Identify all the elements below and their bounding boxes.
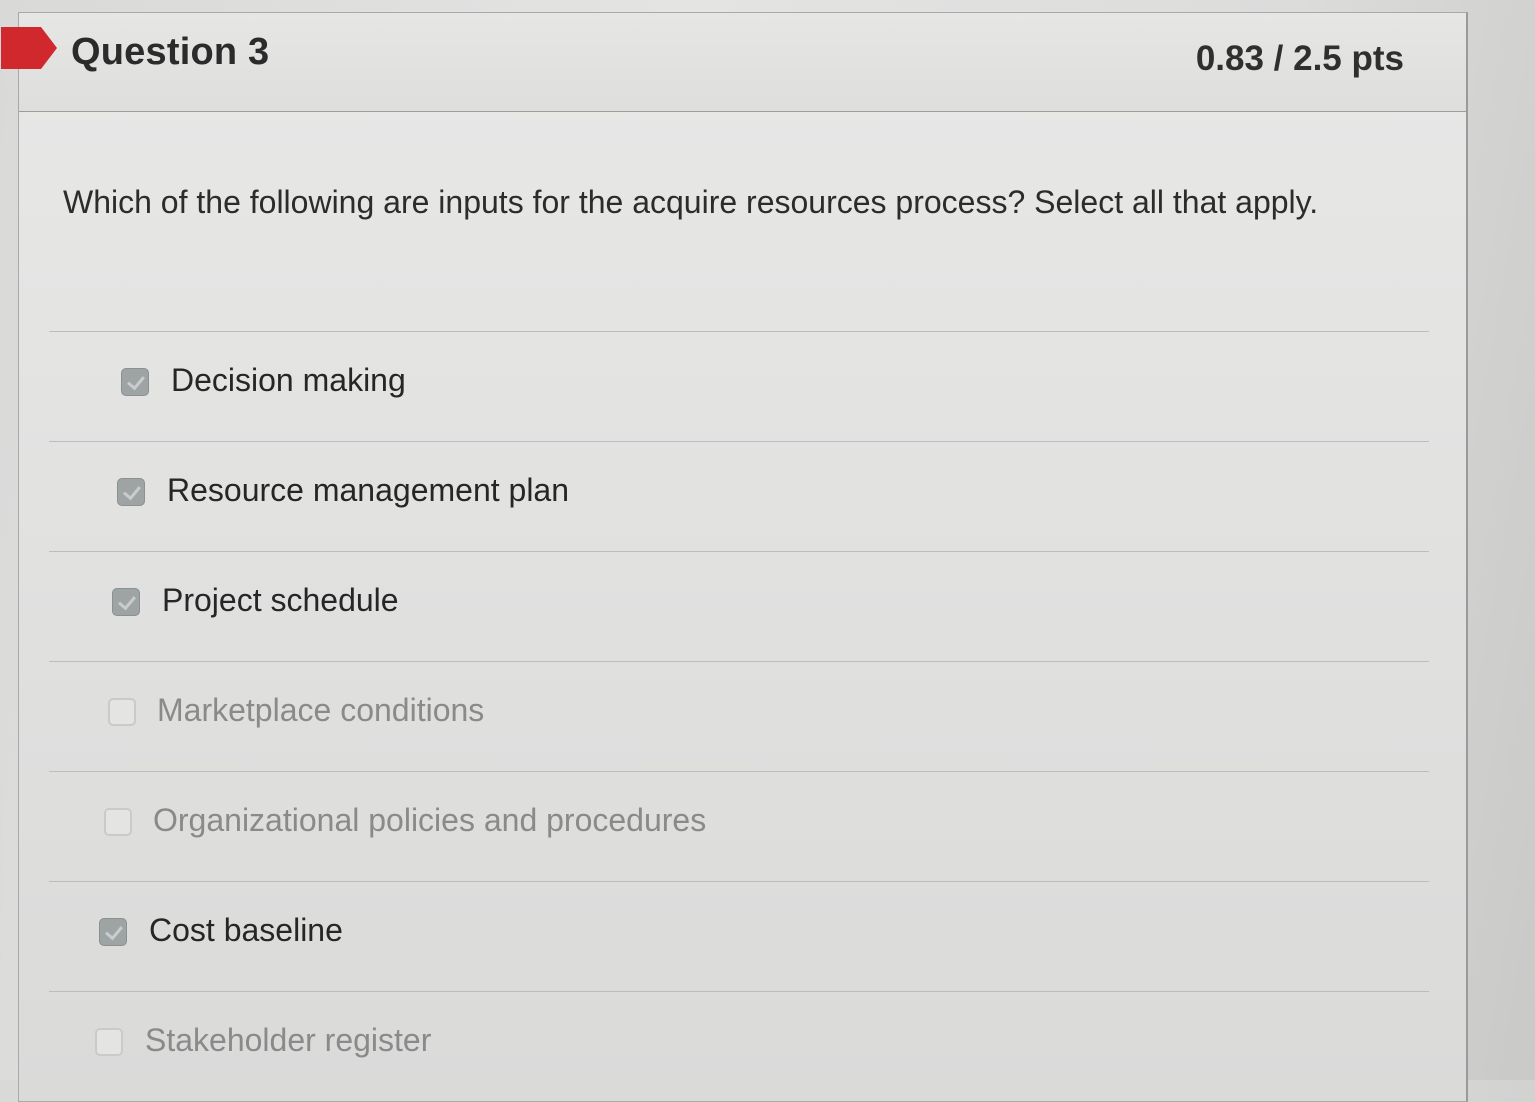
question-card: Question 3 0.83 / 2.5 pts Which of the f… [1, 12, 1468, 1102]
question-points: 0.83 / 2.5 pts [1195, 39, 1404, 78]
checkbox-checked-icon[interactable] [121, 368, 149, 396]
answer-label: Organizational policies and procedures [153, 802, 707, 838]
question-title: Question 3 [71, 31, 270, 73]
checkbox-unchecked-icon[interactable] [104, 808, 132, 836]
answer-label: Project schedule [162, 582, 399, 618]
answer-option[interactable]: Organizational policies and procedures [49, 771, 1429, 881]
answer-option[interactable]: Project schedule [49, 551, 1429, 661]
answer-label: Decision making [171, 362, 406, 398]
answer-list: Decision making Resource management plan… [49, 331, 1429, 1101]
answer-option[interactable]: Decision making [49, 331, 1429, 441]
answer-option[interactable]: Resource management plan [49, 441, 1429, 551]
answer-label: Stakeholder register [145, 1022, 432, 1058]
answer-label: Resource management plan [167, 472, 570, 508]
checkbox-unchecked-icon[interactable] [108, 698, 136, 726]
checkbox-checked-icon[interactable] [117, 478, 145, 506]
flag-icon[interactable] [1, 19, 59, 77]
checkbox-checked-icon[interactable] [99, 918, 127, 946]
checkbox-checked-icon[interactable] [112, 588, 140, 616]
answer-option[interactable]: Marketplace conditions [49, 661, 1429, 771]
answer-option[interactable]: Cost baseline [49, 881, 1429, 991]
checkbox-unchecked-icon[interactable] [95, 1028, 123, 1056]
question-prompt: Which of the following are inputs for th… [63, 184, 1319, 220]
question-header: Question 3 0.83 / 2.5 pts [1, 13, 1466, 112]
answer-option[interactable]: Stakeholder register [49, 991, 1429, 1101]
answer-label: Marketplace conditions [157, 692, 485, 728]
answer-label: Cost baseline [149, 912, 343, 948]
